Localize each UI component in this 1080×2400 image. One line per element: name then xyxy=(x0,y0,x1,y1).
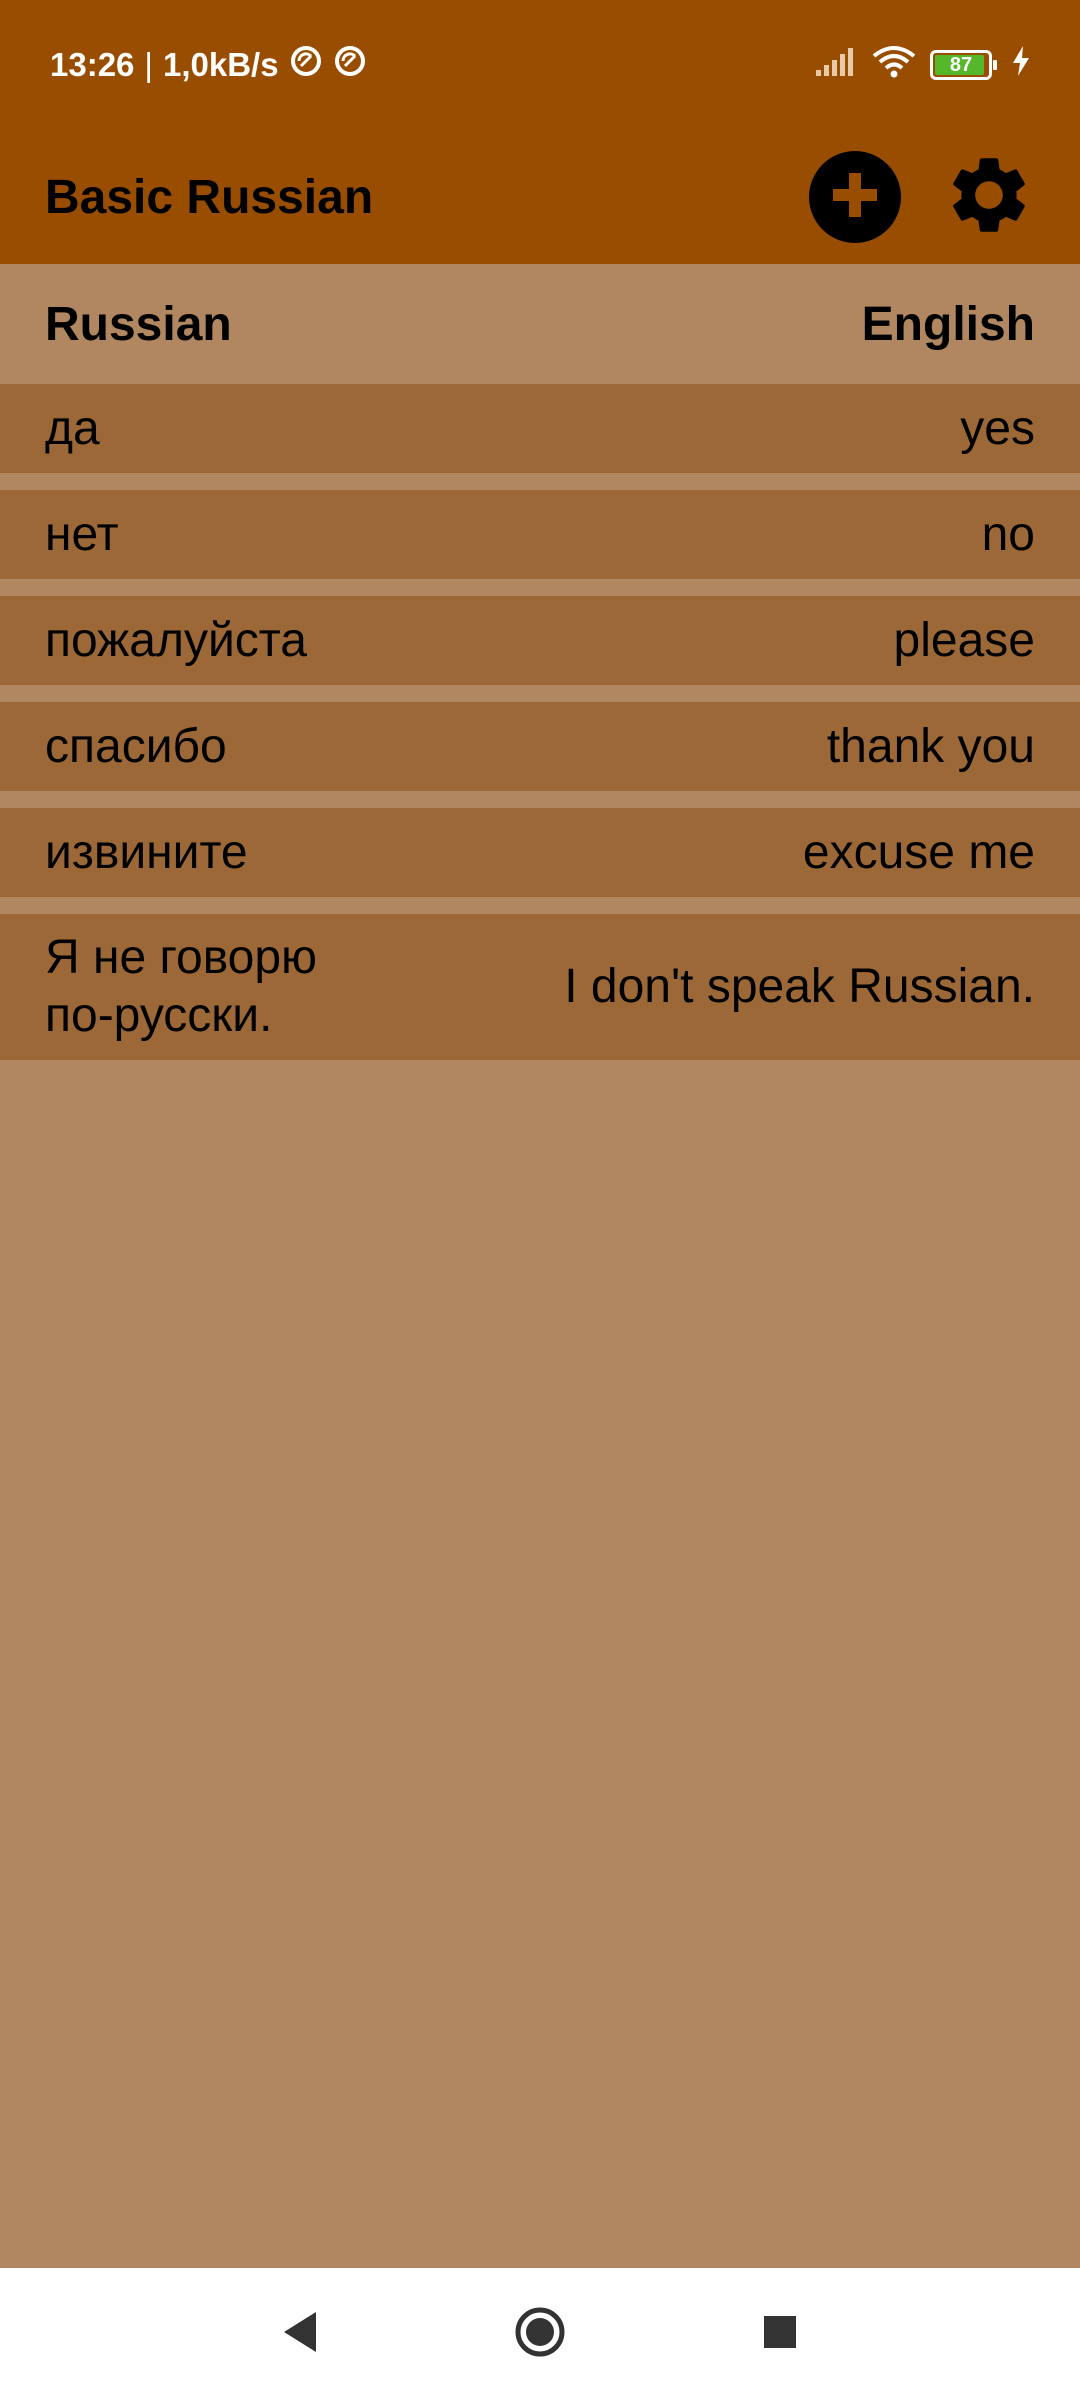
word-russian: нет xyxy=(45,508,119,561)
word-russian: Я не говорю по-русски. xyxy=(45,931,318,1042)
app-title: Basic Russian xyxy=(45,170,374,224)
list-item[interactable]: спасибо thank you xyxy=(0,702,1080,791)
status-separator: | xyxy=(144,46,153,83)
app-bar: Basic Russian xyxy=(0,130,1080,264)
signal-icon xyxy=(816,46,858,84)
wifi-icon xyxy=(872,44,916,86)
column-header: Russian English xyxy=(0,264,1080,384)
sync-icon xyxy=(289,44,323,86)
charging-icon xyxy=(1012,46,1030,84)
status-left: 13:26 | 1,0kB/s xyxy=(50,44,367,86)
app-actions xyxy=(809,151,1035,243)
back-icon xyxy=(280,2310,320,2359)
list-item[interactable]: да yes xyxy=(0,384,1080,473)
word-english: no xyxy=(981,508,1035,561)
word-russian: спасибо xyxy=(45,720,227,773)
word-english: I don't speak Russian. xyxy=(564,960,1035,1013)
add-button[interactable] xyxy=(809,151,901,243)
word-list: да yes нет no пожалуйста please спасибо … xyxy=(0,384,1080,1077)
word-russian: извините xyxy=(45,826,248,879)
word-english: yes xyxy=(960,402,1035,455)
status-bar: 13:26 | 1,0kB/s 87 xyxy=(0,0,1080,130)
gear-icon xyxy=(943,149,1035,246)
back-button[interactable] xyxy=(270,2304,330,2364)
column-header-russian: Russian xyxy=(45,297,232,351)
home-button[interactable] xyxy=(510,2304,570,2364)
list-item[interactable]: Я не говорю по-русски. I don't speak Rus… xyxy=(0,914,1080,1060)
recents-button[interactable] xyxy=(750,2304,810,2364)
list-item[interactable]: нет no xyxy=(0,490,1080,579)
battery-icon: 87 xyxy=(930,50,997,80)
status-right: 87 xyxy=(816,44,1030,86)
recents-icon xyxy=(762,2314,798,2355)
status-speed: 1,0kB/s xyxy=(162,46,279,83)
home-icon xyxy=(514,2306,566,2363)
column-header-english: English xyxy=(861,297,1035,351)
word-english: please xyxy=(893,614,1035,667)
add-icon xyxy=(827,167,883,228)
list-item[interactable]: извините excuse me xyxy=(0,808,1080,897)
sync-icon xyxy=(333,44,367,86)
word-russian: да xyxy=(45,402,100,455)
word-russian: пожалуйста xyxy=(45,614,307,667)
status-time: 13:26 xyxy=(50,46,135,83)
word-english: excuse me xyxy=(802,826,1035,879)
word-english: thank you xyxy=(826,720,1035,773)
list-item[interactable]: пожалуйста please xyxy=(0,596,1080,685)
navigation-bar xyxy=(0,2268,1080,2400)
settings-button[interactable] xyxy=(943,151,1035,243)
battery-level: 87 xyxy=(949,53,973,76)
